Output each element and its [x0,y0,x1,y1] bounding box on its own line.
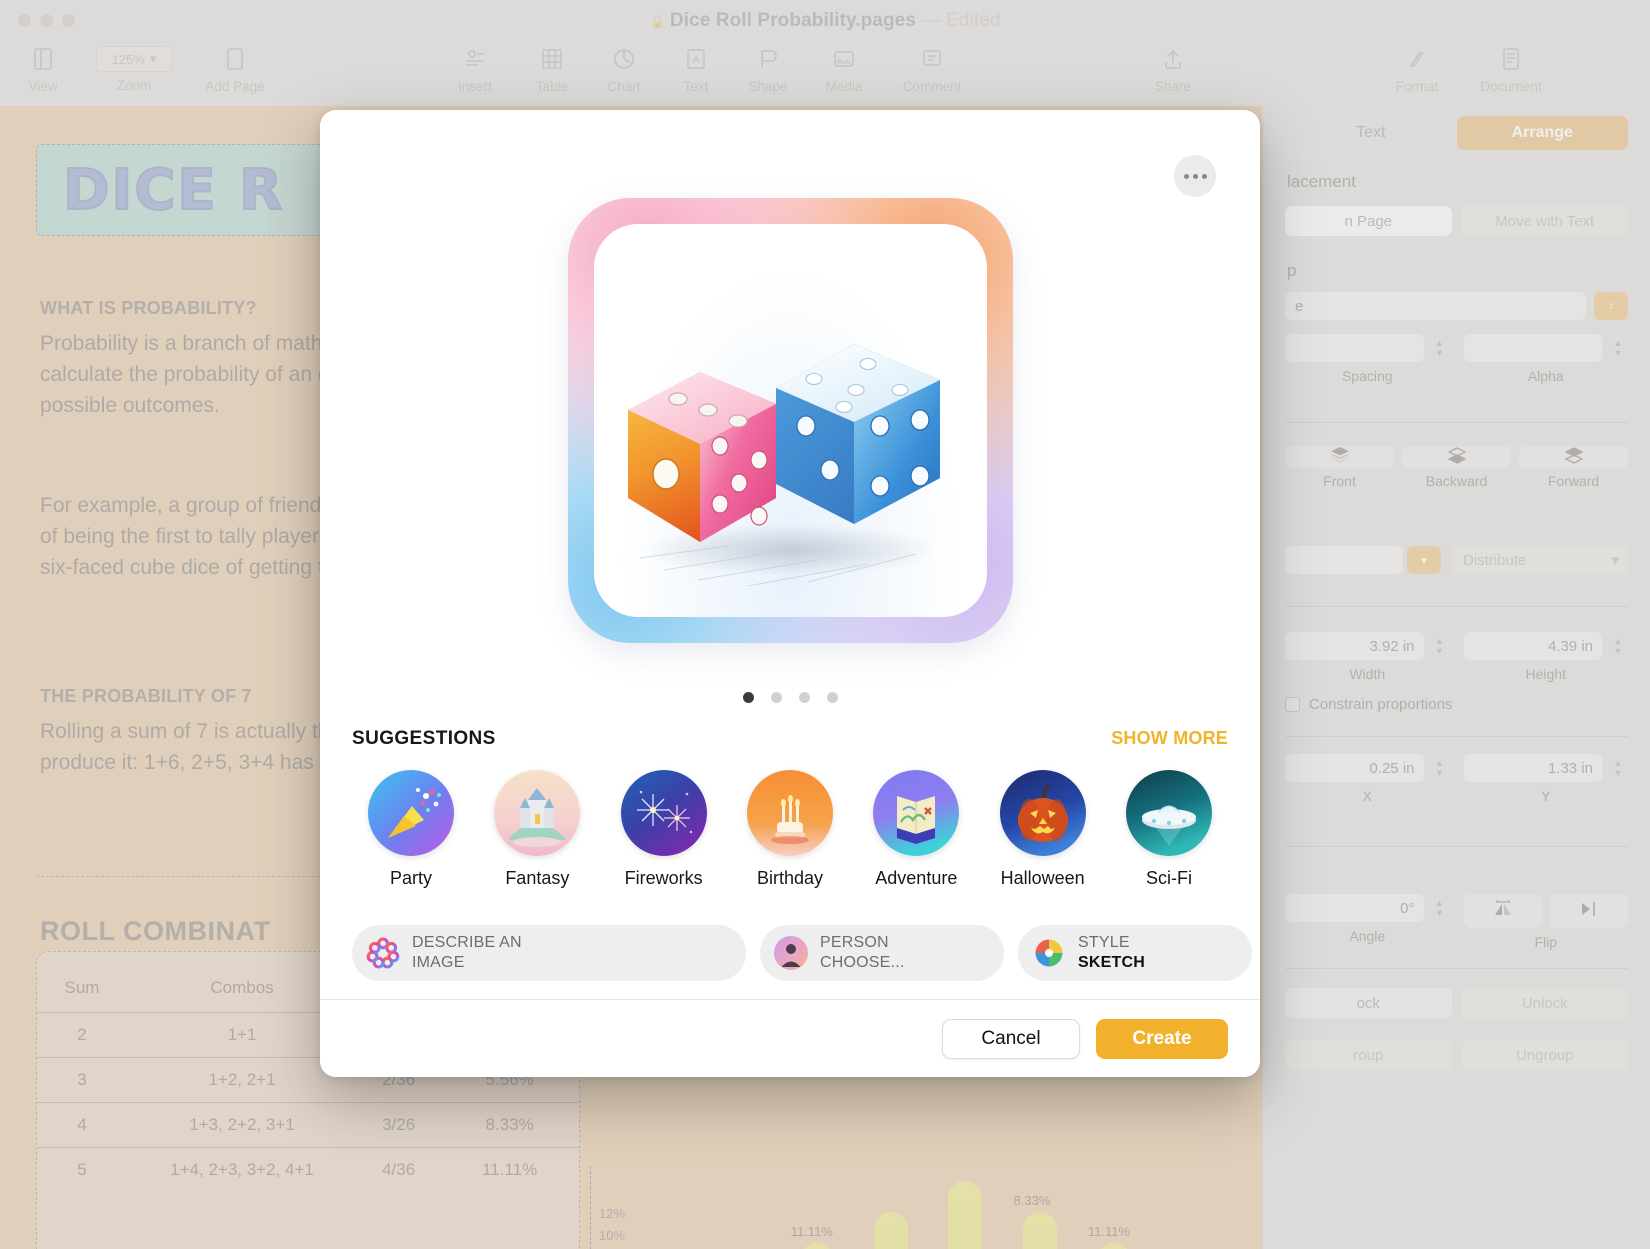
suggestions-list[interactable]: Party Fantasy Fireworks Birthday Adventu… [352,770,1228,889]
prompt-fields[interactable]: DESCRIBE AN IMAGE PERSON CHOOSE... STYLE… [352,925,1252,981]
describe-an-image-field[interactable]: DESCRIBE AN IMAGE [352,925,746,981]
suggestion-fireworks[interactable]: Fireworks [605,770,723,889]
person-field-key: PERSON [820,934,889,951]
page-dot-3[interactable] [798,692,810,703]
person-field[interactable]: PERSON CHOOSE... [760,925,1004,981]
suggestion-party[interactable]: Party [352,770,470,889]
birthday-cake-icon [746,770,833,856]
suggestions-header: SUGGESTIONS SHOW MORE [352,728,1228,750]
suggestion-sci-fi[interactable]: Sci-Fi [1110,770,1228,889]
image-playground-dialog[interactable]: SUGGESTIONS SHOW MORE Party Fantasy Fire… [320,110,1260,1077]
suggestion-label: Adventure [875,868,958,888]
describe-field-key: DESCRIBE AN [412,934,522,951]
person-field-value: CHOOSE... [820,954,905,971]
describe-field-value: IMAGE [412,954,465,971]
suggestion-halloween[interactable]: Halloween [984,770,1102,889]
style-field[interactable]: STYLE SKETCH [1018,925,1252,981]
fireworks-icon [620,770,707,856]
show-more-button[interactable]: SHOW MORE [1111,728,1228,749]
style-field-key: STYLE [1078,934,1130,951]
image-preview-container[interactable] [320,170,1260,670]
castle-icon [494,770,581,856]
treasure-map-icon [873,770,960,856]
suggestion-label: Halloween [1000,868,1085,888]
cancel-button[interactable]: Cancel [942,1018,1080,1059]
page-dot-1[interactable] [742,692,754,703]
generated-image-preview[interactable] [567,197,1013,643]
style-palette-icon [1032,936,1066,970]
dialog-footer: Cancel Create [320,999,1260,1077]
create-button[interactable]: Create [1096,1018,1228,1059]
suggestion-label: Fantasy [505,868,570,888]
suggestion-birthday[interactable]: Birthday [731,770,849,889]
party-popper-icon [368,770,454,856]
ufo-icon [1125,770,1212,856]
suggestion-label: Party [389,868,432,888]
page-dot-4[interactable] [826,692,838,703]
suggestion-label: Sci-Fi [1145,868,1192,888]
suggestions-title: SUGGESTIONS [352,728,496,749]
suggestion-fantasy[interactable]: Fantasy [478,770,596,889]
person-avatar-icon [774,936,808,970]
page-dot-2[interactable] [770,692,782,703]
dice-illustration [627,343,940,586]
suggestion-label: Birthday [756,868,823,888]
image-playground-icon [366,936,400,970]
jack-o-lantern-icon [999,770,1086,856]
preview-page-dots[interactable] [320,692,1260,703]
style-field-value: SKETCH [1078,954,1145,971]
suggestion-label: Fireworks [624,868,703,888]
suggestion-adventure[interactable]: Adventure [857,770,975,889]
